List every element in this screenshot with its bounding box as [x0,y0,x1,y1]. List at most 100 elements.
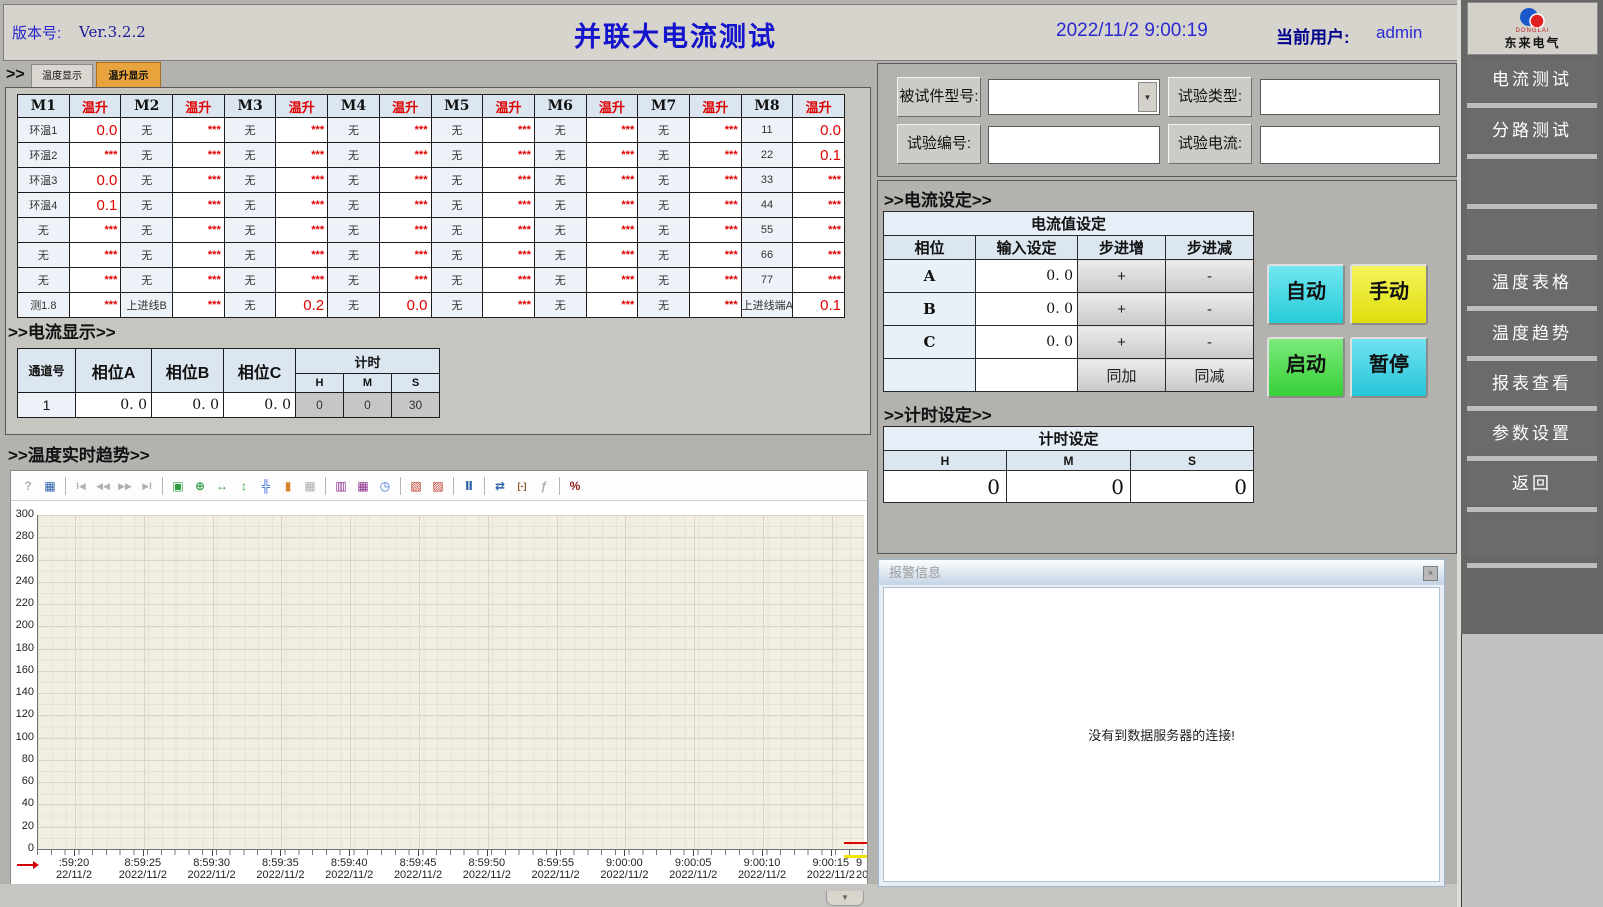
company-logo: DONGLAI 东来电气 [1467,2,1598,55]
temp-label-cell: 无 [638,168,690,193]
sidebar-item-branch-test[interactable]: 分路测试 [1467,109,1597,152]
gridline [38,827,864,828]
grid-add-icon[interactable]: ▦ [353,476,373,496]
chart-plot-area[interactable] [37,515,864,850]
export-report-icon[interactable]: ▦ [40,476,60,496]
sidebar-item-empty-3[interactable] [1467,513,1597,556]
temp-value-cell: 0.0 [379,293,431,318]
x-axis-label: 8:59:452022/11/2 [383,857,453,881]
sidebar-separator [1467,456,1597,461]
collapse-tab[interactable]: ▼ [826,891,864,906]
sidebar-item-current-test[interactable]: 电流测试 [1467,58,1597,101]
x-axis-date: 2022/11/2 [383,869,453,881]
range-icon[interactable]: [-] [512,476,532,496]
pan-icon[interactable]: ╬ [256,476,276,496]
zoom-horizontal-icon[interactable]: ↔ [212,476,232,496]
zoom-box-icon[interactable]: ▣ [168,476,188,496]
copy-trend-icon[interactable]: ▧ [406,476,426,496]
export-trend-icon[interactable]: ▨ [428,476,448,496]
timer-seconds-input[interactable]: 0 [1131,471,1254,503]
temp-label-cell: 无 [18,218,70,243]
test-type-input[interactable] [1260,79,1440,115]
percent-icon[interactable]: % [565,476,585,496]
auto-button[interactable]: 自动 [1267,264,1345,325]
zoom-vertical-icon[interactable]: ↕ [234,476,254,496]
timer-hours-input[interactable]: 0 [884,471,1007,503]
temp-value-cell: *** [586,218,638,243]
pause-icon[interactable]: Ⅱ [459,476,479,496]
temp-label-cell: 66 [741,243,793,268]
x-axis-time: 9:00:00 [589,857,659,869]
table-row: 无***无***无***无***无***无***无***55*** [18,218,845,243]
close-icon[interactable]: × [1423,566,1438,581]
value-grid-icon[interactable]: ▦ [300,476,320,496]
temp-value-cell: *** [276,193,328,218]
phase-a-setting-input[interactable]: 0. 0 [976,260,1078,293]
temp-value-cell: *** [689,118,741,143]
sidebar-separator [1467,406,1597,411]
sidebar-item-param-settings[interactable]: 参数设置 [1467,412,1597,455]
temp-value-cell: *** [379,268,431,293]
help-icon[interactable]: ? [18,476,38,496]
step-up-a-button[interactable]: + [1078,260,1166,293]
test-current-input[interactable] [1260,126,1440,164]
phase-a-label: A [884,260,976,293]
sidebar-item-temp-trend[interactable]: 温度趋势 [1467,312,1597,355]
step-down-a-button[interactable]: - [1166,260,1254,293]
go-last-icon[interactable]: ▶I [137,476,157,496]
col-header-phase: 相位 [884,236,976,260]
forward-icon[interactable]: ▶▶ [115,476,135,496]
alarm-panel-title: 报警信息 [879,560,1444,585]
temp-value-cell: 0.1 [793,293,845,318]
x-axis-date: 2022/11/2 [589,869,659,881]
axis-scroll-marker [17,864,33,866]
sidebar-item-empty-2[interactable] [1467,210,1597,253]
x-axis-tick [74,850,75,856]
phase-c-setting-input[interactable]: 0. 0 [976,326,1078,359]
x-axis-label: 8:59:352022/11/2 [245,857,315,881]
step-up-b-button[interactable]: + [1078,293,1166,326]
all-step-up-button[interactable]: 同加 [1078,359,1166,392]
channel-value: 1 [18,393,76,418]
go-first-icon[interactable]: I◀ [71,476,91,496]
clock-icon[interactable]: ◷ [375,476,395,496]
start-button[interactable]: 启动 [1267,337,1345,398]
manual-button[interactable]: 手动 [1350,264,1428,325]
thermometer-icon[interactable]: ▮ [278,476,298,496]
tab-temperature-display[interactable]: 温度显示 [31,64,93,88]
col-header-m: M3 [224,95,276,118]
sidebar-item-empty-1[interactable] [1467,160,1597,203]
function-icon[interactable]: ƒ [534,476,554,496]
zoom-in-icon[interactable]: ⊕ [190,476,210,496]
timer-setting-table: 计时设定 H M S 0 0 0 [883,426,1254,503]
tab-temp-rise-display[interactable]: 温升显示 [96,62,161,89]
legend-icon[interactable]: ▥ [331,476,351,496]
table-row: 环温2***无***无***无***无***无***无***220.1 [18,143,845,168]
sidebar-item-report-view[interactable]: 报表查看 [1467,362,1597,405]
pause-button[interactable]: 暂停 [1350,337,1428,398]
sidebar-item-back[interactable]: 返回 [1467,462,1597,505]
col-header-timer: 计时 [296,349,440,374]
rewind-icon[interactable]: ◀◀ [93,476,113,496]
temp-value-cell: *** [173,243,225,268]
temp-label-cell: 无 [224,243,276,268]
test-number-input[interactable] [988,126,1160,164]
sidebar-item-temp-table[interactable]: 温度表格 [1467,261,1597,304]
step-up-c-button[interactable]: + [1078,326,1166,359]
datetime: 2022/11/2 9:00:19 [1056,20,1208,42]
model-select[interactable]: ▼ [988,79,1160,115]
step-down-b-button[interactable]: - [1166,293,1254,326]
x-axis-date: 2022/11/2 [452,869,522,881]
step-down-c-button[interactable]: - [1166,326,1254,359]
y-axis-label: 100 [11,731,34,743]
all-step-down-button[interactable]: 同减 [1166,359,1254,392]
chevron-down-icon[interactable]: ▼ [1138,82,1157,112]
timer-minutes-input[interactable]: 0 [1007,471,1131,503]
x-axis-time: 8:59:40 [314,857,384,869]
swap-axis-icon[interactable]: ⇄ [490,476,510,496]
temp-label-cell: 无 [534,268,586,293]
temp-value-cell: *** [586,193,638,218]
phase-b-setting-input[interactable]: 0. 0 [976,293,1078,326]
temp-value-cell: *** [689,293,741,318]
toolbar-separator [65,477,66,495]
